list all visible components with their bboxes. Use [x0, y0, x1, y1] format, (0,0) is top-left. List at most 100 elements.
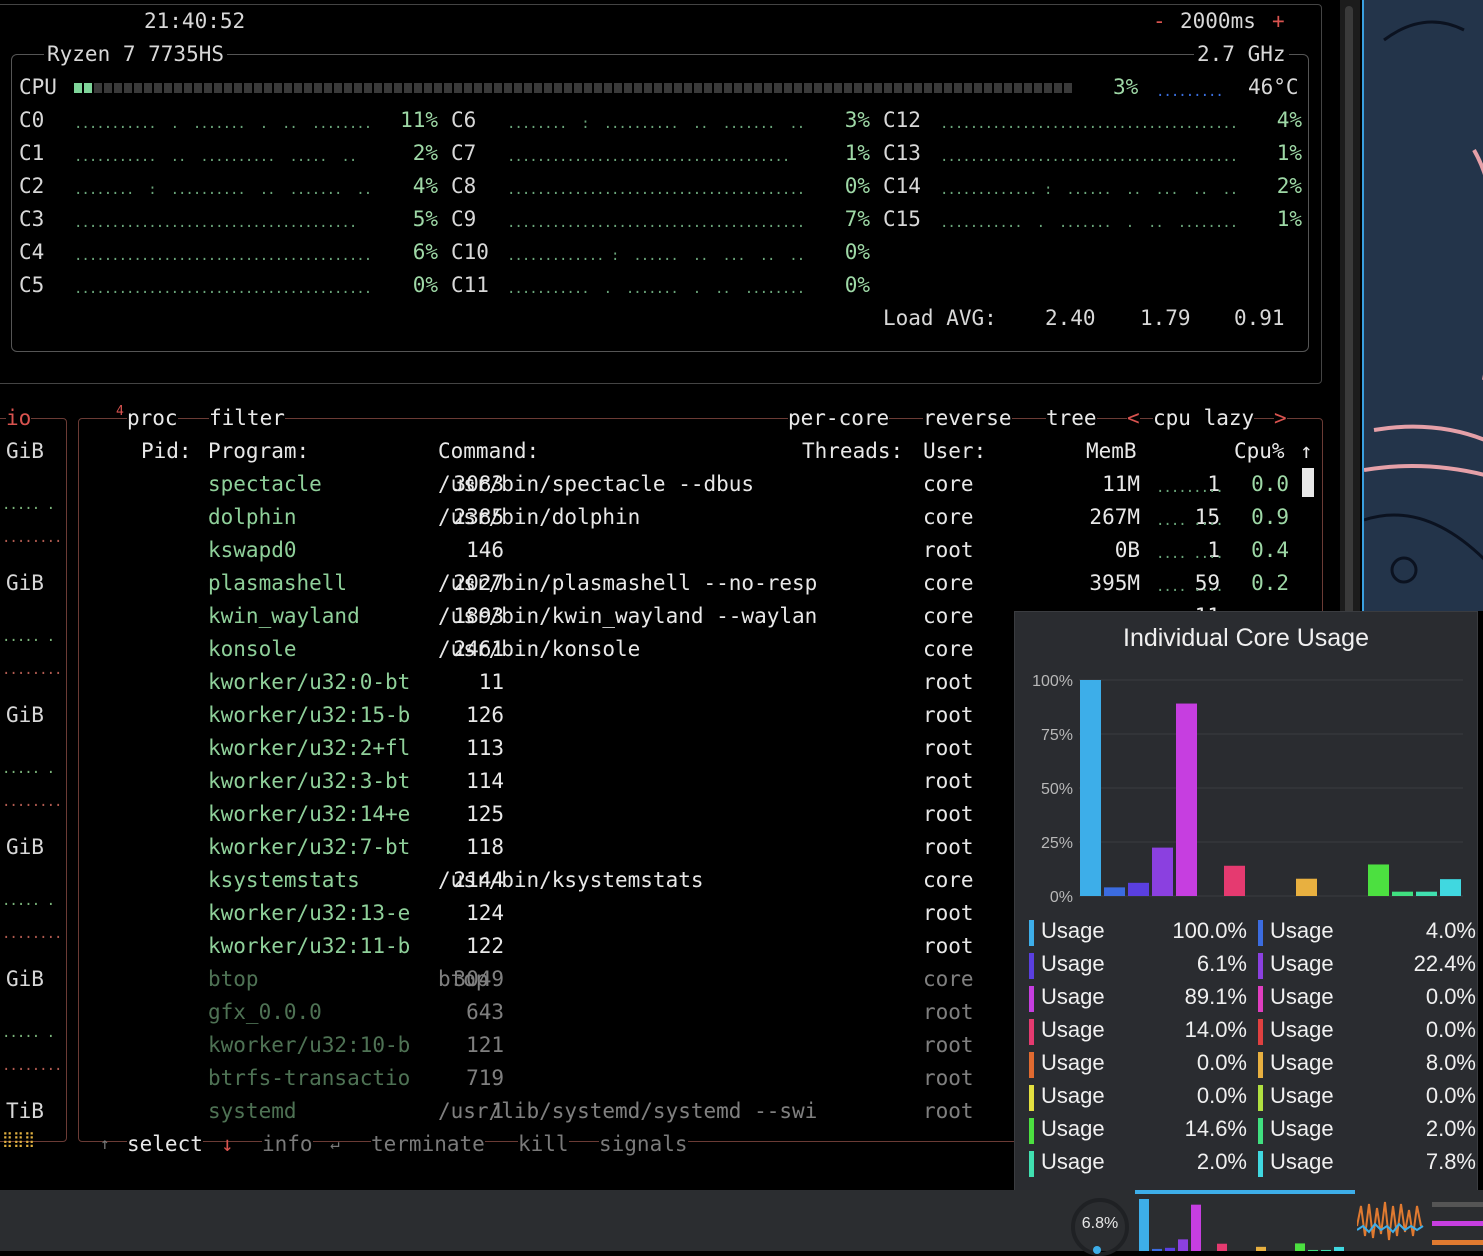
wallpaper-drawing	[1364, 20, 1483, 584]
sort-prev-button[interactable]: <	[1127, 406, 1140, 430]
process-user: root	[923, 802, 974, 826]
header-cpu[interactable]: Cpu%	[1234, 439, 1285, 463]
taskbar-core-bar	[1139, 1199, 1149, 1251]
process-program: konsole	[208, 637, 297, 661]
legend-label: Usage	[1041, 918, 1105, 943]
process-row[interactable]: 2385 dolphin/usr/bin/dolphin 15 core 267M 0.9…	[0, 505, 1320, 538]
core-graph: ........... .. .......... ..... .. . ...…	[74, 149, 372, 165]
process-cpu-graph: ..........	[1156, 480, 1222, 496]
taskbar-core-graph-active-bar	[1135, 1190, 1355, 1194]
chart-bar	[1224, 865, 1245, 896]
core-percent: 1%	[1276, 141, 1302, 165]
legend-swatch	[1029, 920, 1034, 946]
desktop-wallpaper	[1362, 0, 1483, 611]
legend-swatch	[1258, 986, 1263, 1012]
sort-next-button[interactable]: >	[1274, 406, 1287, 430]
legend-label: Usage	[1041, 1083, 1105, 1108]
header-program[interactable]: Program:	[208, 439, 309, 463]
process-command: /usr/bin/dolphin	[438, 505, 641, 529]
cpu-frequency: 2.7 GHz	[1194, 42, 1289, 66]
legend-swatch	[1029, 1019, 1034, 1045]
sort-mode[interactable]: cpu lazy	[1153, 406, 1255, 430]
legend-label: Usage	[1041, 951, 1105, 976]
legend-label: Usage	[1270, 1017, 1334, 1042]
core-label: C1	[19, 141, 45, 165]
taskbar-core-graph[interactable]	[1135, 1196, 1355, 1251]
info-button[interactable]: info	[262, 1132, 313, 1156]
chart-bar	[1104, 887, 1125, 896]
process-program: plasmashell	[208, 571, 348, 595]
legend-value: 4.0%	[1425, 918, 1476, 943]
proc-number: 4	[116, 404, 124, 419]
core-graph: ........... . ....... . .. ......... ...…	[74, 116, 372, 132]
legend-label: Usage	[1041, 1116, 1105, 1141]
core-label: C4	[19, 240, 45, 264]
process-program: btrfs-transactio	[208, 1066, 411, 1090]
process-program: ksystemstats	[208, 868, 360, 892]
process-user: core	[923, 967, 974, 991]
interval-increase-button[interactable]: +	[1272, 9, 1285, 33]
legend-value: 0.0%	[1425, 1083, 1476, 1108]
process-command: /usr/bin/spectacle --dbus	[438, 472, 755, 496]
cpu-total-meter	[74, 83, 1072, 93]
legend-swatch	[1258, 953, 1263, 979]
scroll-up-arrow-icon[interactable]: ↑	[1300, 439, 1313, 463]
legend-value: 89.1%	[1184, 984, 1247, 1009]
legend-swatch	[1029, 953, 1034, 979]
core-graph: ........... . ....... . .. ......... ...…	[507, 281, 805, 297]
process-row[interactable]: 2027 plasmashell/usr/bin/plasmashell --no…	[0, 571, 1320, 604]
process-row[interactable]: 146kswapd01root0B0.4.... .....	[0, 538, 1320, 571]
process-pid: 118	[466, 835, 504, 859]
process-row[interactable]: 3083 spectacle/usr/bin/spectacle --dbus 1 c…	[0, 472, 1320, 505]
io-graph: ⣿⣿⣿	[2, 1130, 35, 1148]
legend-swatch	[1258, 1118, 1263, 1144]
chart-ytick-label: 0%	[1050, 889, 1073, 906]
process-cpu: 0.0	[1251, 472, 1289, 496]
select-down-icon[interactable]: ↓	[221, 1132, 234, 1156]
core-percent: 0%	[844, 273, 870, 297]
filter-button[interactable]: filter	[209, 406, 285, 430]
load-avg-1: 2.40	[1045, 306, 1096, 330]
legend-value: 2.0%	[1425, 1116, 1476, 1141]
per-core-toggle[interactable]: per-core	[788, 406, 890, 430]
core-graph: ........................................…	[74, 281, 372, 297]
select-label[interactable]: select	[127, 1132, 203, 1156]
process-program: kworker/u32:0-bt	[208, 670, 411, 694]
process-command: /usr/bin/ksystemstats	[438, 868, 704, 892]
process-user: core	[923, 505, 974, 529]
legend-label: Usage	[1270, 1083, 1334, 1108]
legend-label: Usage	[1270, 1050, 1334, 1075]
core-percent: 6%	[412, 240, 438, 264]
header-pid[interactable]: Pid:	[141, 439, 192, 463]
terminate-button[interactable]: terminate	[371, 1132, 485, 1156]
interval-decrease-button[interactable]: -	[1153, 9, 1166, 33]
process-cpu-graph: .... .....	[1156, 513, 1222, 529]
process-program: kworker/u32:13-e	[208, 901, 411, 925]
cpu-model: Ryzen 7 7735HS	[44, 42, 228, 66]
signals-button[interactable]: signals	[599, 1132, 688, 1156]
reverse-toggle[interactable]: reverse	[923, 406, 1012, 430]
taskbar-load-graph[interactable]	[1357, 1196, 1427, 1251]
header-mem[interactable]: MemB	[1086, 439, 1137, 463]
load-avg-5: 1.79	[1140, 306, 1191, 330]
kill-button[interactable]: kill	[518, 1132, 569, 1156]
update-interval: 2000ms	[1180, 9, 1256, 33]
process-program: spectacle	[208, 472, 322, 496]
select-up-icon[interactable]: ↑	[100, 1134, 110, 1153]
core-graph: ........ : .......... .. ....... .. ....…	[74, 182, 372, 198]
legend-swatch	[1029, 1085, 1034, 1111]
legend-value: 6.1%	[1196, 951, 1247, 976]
taskbar-core-bar	[1191, 1204, 1201, 1251]
process-cpu: 0.4	[1251, 538, 1289, 562]
cpu-gauge[interactable]: 6.8%	[1071, 1198, 1129, 1256]
process-user: core	[923, 472, 974, 496]
tree-toggle[interactable]: tree	[1046, 406, 1097, 430]
core-graph: ............. : ...... .. ... .. ...... …	[940, 182, 1238, 198]
header-user[interactable]: User:	[923, 439, 986, 463]
process-program: kworker/u32:10-b	[208, 1033, 411, 1057]
process-user: core	[923, 637, 974, 661]
header-threads[interactable]: Threads:	[802, 439, 903, 463]
header-command[interactable]: Command:	[438, 439, 539, 463]
legend-label: Usage	[1041, 984, 1105, 1009]
process-user: core	[923, 604, 974, 628]
